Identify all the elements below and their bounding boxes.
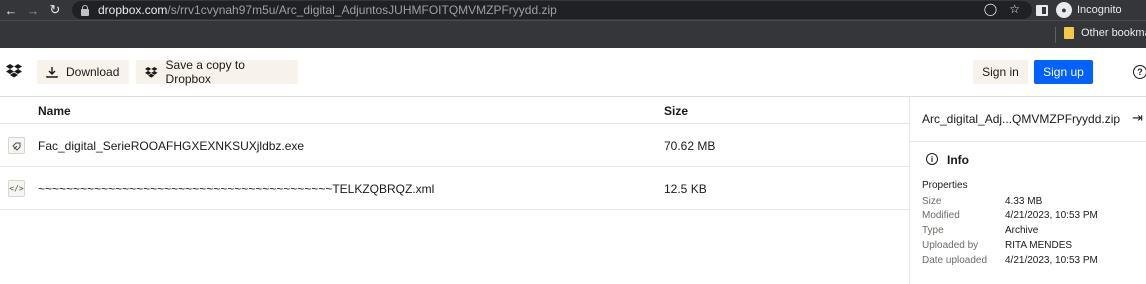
property-value: 4/21/2023, 10:53 PM (1005, 255, 1098, 266)
url-path: /s/rrv1cvynah97m5u/Arc_digital_AdjuntosJ… (167, 3, 557, 17)
panel-divider (910, 141, 1146, 142)
xml-code-icon: </> (8, 180, 25, 197)
reload-icon[interactable]: ↻ (44, 0, 66, 20)
download-button[interactable]: Download (37, 60, 129, 84)
panel-title: Arc_digital_Adj...QMVMZPFryydd.zip (922, 112, 1121, 126)
save-to-dropbox-button[interactable]: Save a copy to Dropbox (136, 58, 298, 86)
info-icon: i (926, 153, 938, 165)
property-value: RITA MENDES (1005, 240, 1073, 251)
file-name[interactable]: Fac_digital_SerieROOAFHGXEXNKSUXjldbz.ex… (38, 139, 304, 153)
eye-slash-icon[interactable]: ◯ (984, 2, 997, 16)
sign-up-button[interactable]: Sign up (1034, 60, 1093, 84)
dropbox-header: Download Save a copy to Dropbox Sign in … (0, 48, 1146, 97)
property-value: Archive (1005, 225, 1039, 236)
column-header-name[interactable]: Name (38, 104, 71, 118)
star-icon[interactable]: ☆ (1009, 2, 1020, 16)
forward-icon[interactable]: → (22, 0, 44, 20)
url-host: dropbox.com (98, 3, 168, 17)
back-icon[interactable]: ← (0, 0, 22, 20)
info-heading: Info (947, 153, 969, 167)
save-label: Save a copy to Dropbox (165, 58, 245, 86)
collapse-panel-icon[interactable]: ⇥ (1132, 110, 1143, 126)
property-key: Type (922, 225, 944, 236)
property-key: Size (922, 196, 942, 207)
column-header-size[interactable]: Size (664, 104, 688, 118)
property-value: 4.33 MB (1005, 196, 1043, 207)
property-key: Date uploaded (922, 255, 988, 266)
sign-in-button[interactable]: Sign in (973, 60, 1028, 84)
lock-icon[interactable] (80, 4, 90, 16)
file-table: Name Size Fac_digital_SerieROOAFHGXEXNKS… (0, 97, 909, 210)
help-icon[interactable]: ? (1133, 65, 1146, 79)
side-panel-icon[interactable] (1036, 4, 1048, 16)
properties-heading: Properties (922, 180, 968, 191)
folder-icon (1064, 27, 1074, 39)
other-bookmarks[interactable]: Other bookmarks (1064, 27, 1146, 39)
download-icon (46, 67, 58, 78)
incognito-label: Incognito (1077, 4, 1122, 16)
details-panel: Arc_digital_Adj...QMVMZPFryydd.zip ⇥ i I… (909, 97, 1146, 284)
dropbox-logo-icon[interactable] (6, 64, 22, 78)
address-bar[interactable]: dropbox.com /s/rrv1cvynah97m5u/Arc_digit… (72, 1, 1032, 19)
executable-icon (8, 137, 25, 154)
property-key: Uploaded by (922, 240, 979, 251)
dropbox-icon (145, 66, 158, 78)
file-size: 70.62 MB (664, 139, 716, 153)
table-row[interactable]: Fac_digital_SerieROOAFHGXEXNKSUXjldbz.ex… (0, 124, 909, 167)
file-name[interactable]: ~~~~~~~~~~~~~~~~~~~~~~~~~~~~~~~~~~~~~~~~… (38, 182, 434, 196)
bookmarks-bar: Other bookmarks (0, 20, 1146, 48)
table-header: Name Size (0, 97, 909, 124)
property-value: 4/21/2023, 10:53 PM (1005, 210, 1098, 221)
file-size: 12.5 KB (664, 182, 707, 196)
table-row[interactable]: </> ~~~~~~~~~~~~~~~~~~~~~~~~~~~~~~~~~~~~… (0, 167, 909, 210)
incognito-indicator[interactable]: ● Incognito (1056, 2, 1122, 18)
incognito-icon: ● (1056, 2, 1072, 18)
bookmarks-divider (1055, 27, 1056, 43)
other-bookmarks-label: Other bookmarks (1081, 27, 1146, 39)
property-key: Modified (922, 210, 960, 221)
download-label: Download (66, 65, 120, 79)
